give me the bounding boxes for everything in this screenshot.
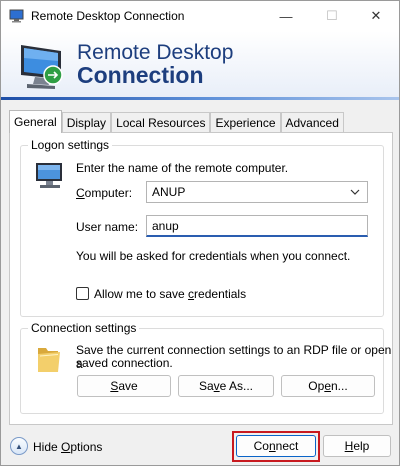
username-label: User name: — [76, 220, 139, 234]
close-button[interactable]: ✕ — [353, 1, 399, 31]
tab-local-resources[interactable]: Local Resources — [111, 112, 211, 133]
connection-description-line2: saved connection. — [76, 356, 173, 370]
title-bar[interactable]: Remote Desktop Connection — ☐ ✕ — [1, 1, 399, 31]
hide-options-label[interactable]: Hide Options — [33, 440, 102, 454]
help-button[interactable]: Help — [323, 435, 391, 457]
save-as-button[interactable]: Sa v e As... — [178, 375, 274, 397]
minimize-icon: — — [279, 8, 293, 24]
save-credentials-label[interactable]: Allow me to save credentials — [94, 287, 246, 301]
window-title: Remote Desktop Connection — [31, 9, 185, 23]
folder-icon — [38, 348, 60, 372]
hide-options-icon[interactable]: ▲ — [10, 437, 28, 455]
save-credentials-checkbox[interactable] — [76, 287, 89, 300]
close-icon: ✕ — [370, 8, 382, 23]
remote-desktop-monitor-icon — [21, 45, 63, 89]
tab-strip: General Display Local Resources Experien… — [9, 110, 344, 133]
maximize-button[interactable]: ☐ — [309, 1, 355, 31]
general-tab-panel: Logon settings Enter the name of the rem… — [9, 132, 393, 425]
remote-desktop-app-icon — [9, 9, 24, 23]
banner-title-line2: Connection — [77, 62, 204, 88]
minimize-button[interactable]: — — [263, 1, 309, 31]
open-button[interactable]: Op e n... — [281, 375, 375, 397]
computer-icon — [36, 163, 62, 188]
username-value: anup — [152, 218, 179, 233]
save-button[interactable]: Save — [77, 375, 171, 397]
logon-settings-label: Logon settings — [28, 138, 113, 152]
tab-display[interactable]: Display — [61, 112, 112, 133]
tab-experience[interactable]: Experience — [210, 112, 281, 133]
username-input[interactable]: anup — [146, 215, 368, 237]
connection-settings-group — [20, 328, 384, 414]
credentials-note: You will be asked for credentials when y… — [76, 249, 351, 263]
rdc-window: Remote Desktop Connection — ☐ ✕ Remote D… — [0, 0, 400, 466]
computer-label: Computer: — [76, 186, 133, 200]
chevron-down-icon[interactable] — [349, 185, 361, 199]
banner-stripe — [1, 97, 399, 100]
tab-advanced[interactable]: Advanced — [280, 112, 344, 133]
maximize-icon: ☐ — [326, 8, 338, 23]
logon-instruction: Enter the name of the remote computer. — [76, 161, 289, 175]
connection-settings-label: Connection settings — [28, 321, 140, 335]
tab-general[interactable]: General — [9, 110, 62, 133]
computer-combobox[interactable]: ANUP — [146, 181, 368, 203]
connect-button[interactable]: Co n nect — [236, 435, 316, 457]
computer-value: ANUP — [152, 185, 186, 199]
